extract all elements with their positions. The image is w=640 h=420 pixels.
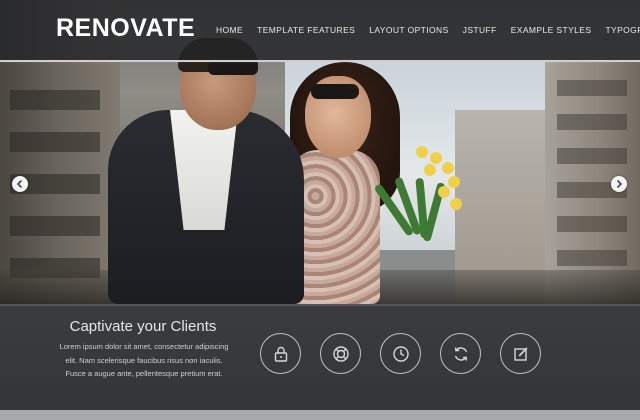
edit-icon (513, 346, 528, 361)
site-logo[interactable]: RENOVATE (56, 14, 195, 43)
nav-item-typography[interactable]: TYPOGRAPHY (605, 25, 640, 35)
slider-prev-button[interactable] (12, 176, 28, 192)
main-nav: HOME TEMPLATE FEATURES LAYOUT OPTIONS JS… (216, 25, 640, 35)
clock-icon (392, 345, 409, 362)
nav-item-jstuff[interactable]: JSTUFF (463, 25, 497, 35)
feature-clock-button[interactable] (380, 333, 421, 374)
feature-icons (260, 333, 541, 374)
nav-item-example-styles[interactable]: EXAMPLE STYLES (511, 25, 592, 35)
page: RENOVATE HOME TEMPLATE FEATURES LAYOUT O… (0, 0, 640, 420)
feature-refresh-button[interactable] (440, 333, 481, 374)
feature-panel-text: Lorem ipsum dolor sit amet, consectetur … (59, 342, 229, 378)
nav-item-layout-options[interactable]: LAYOUT OPTIONS (369, 25, 448, 35)
flower-bouquet (360, 140, 470, 250)
feature-lock-button[interactable] (260, 333, 301, 374)
lock-icon (274, 346, 287, 362)
lifebuoy-icon (332, 345, 349, 362)
feature-panel-title: Captivate your Clients (69, 318, 217, 335)
chevron-right-icon (616, 179, 623, 189)
site-header: RENOVATE HOME TEMPLATE FEATURES LAYOUT O… (0, 0, 640, 62)
footer-strip (0, 410, 640, 420)
nav-item-home[interactable]: HOME (216, 25, 243, 35)
slider-next-button[interactable] (611, 176, 627, 192)
feature-lifebuoy-button[interactable] (320, 333, 361, 374)
feature-edit-button[interactable] (500, 333, 541, 374)
chevron-left-icon (16, 179, 23, 189)
header-divider (0, 60, 640, 62)
refresh-icon (454, 346, 467, 361)
nav-item-template-features[interactable]: TEMPLATE FEATURES (257, 25, 355, 35)
